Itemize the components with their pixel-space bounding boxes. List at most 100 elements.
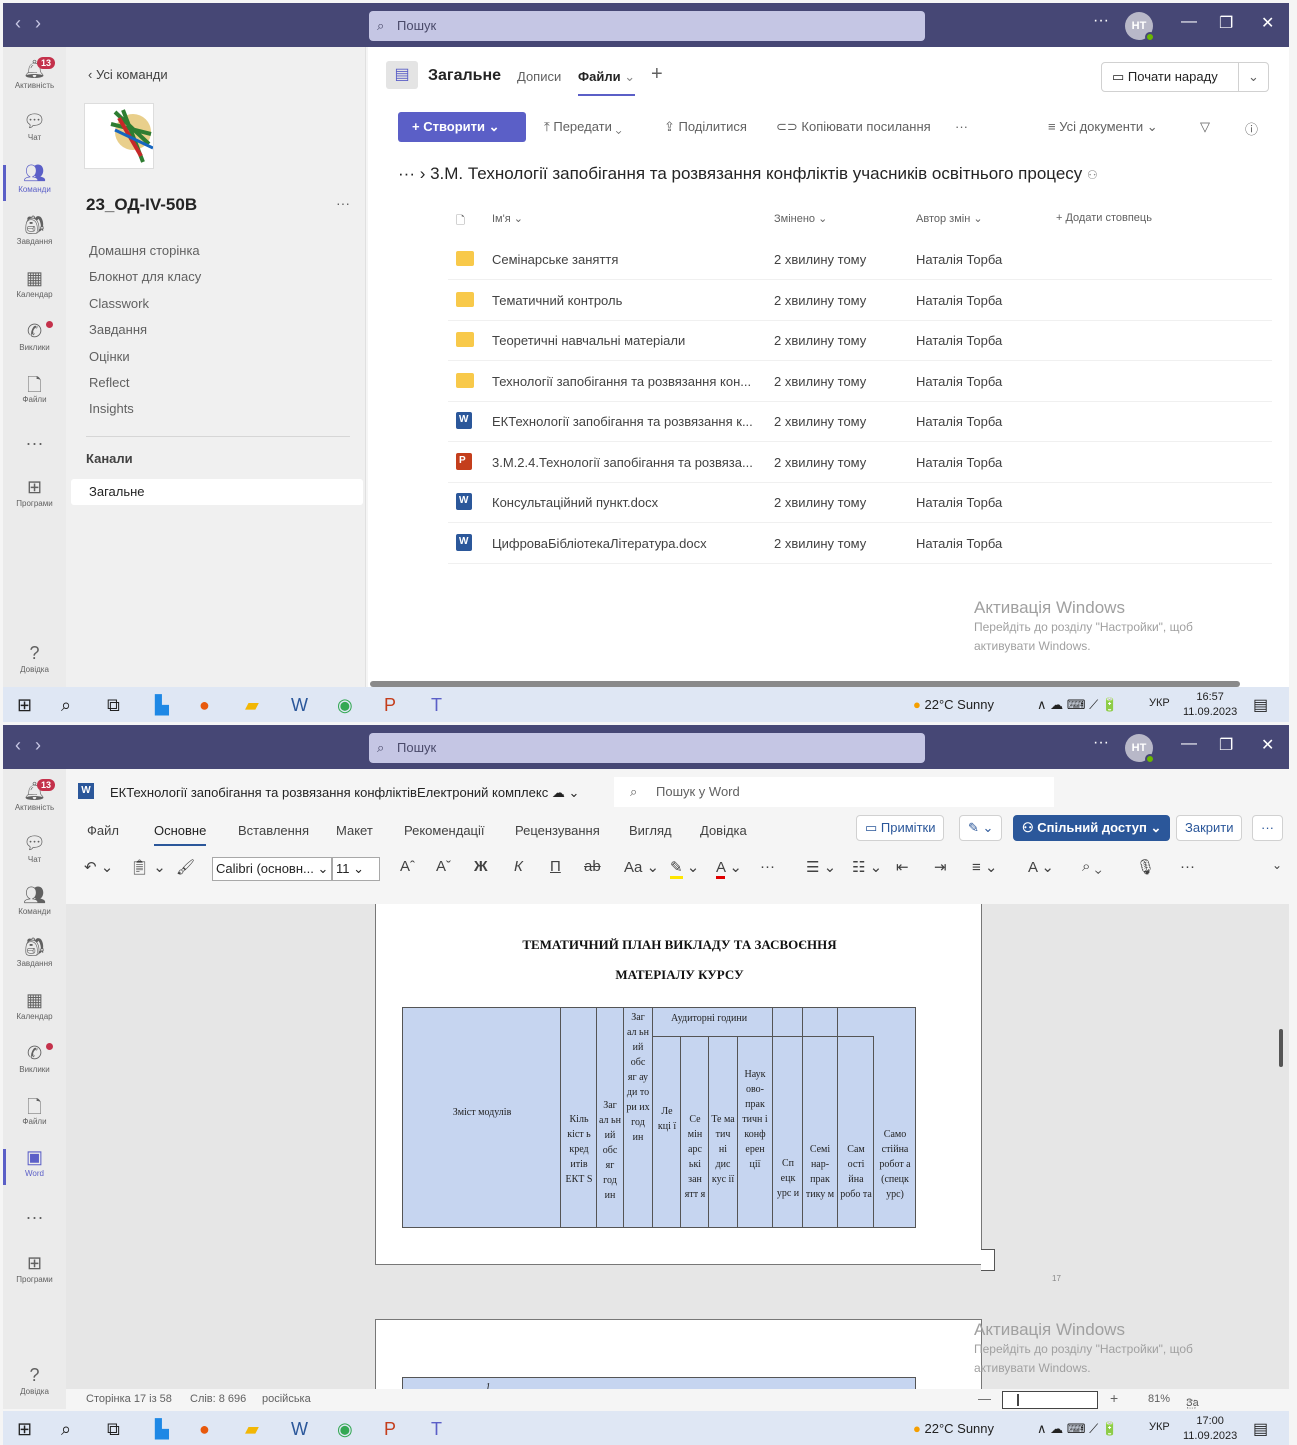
folder-icon[interactable]: ▰	[245, 695, 259, 716]
notifications-icon[interactable]: ▤	[1253, 695, 1268, 715]
rail-teams[interactable]: 👥︎ Команди	[3, 885, 66, 916]
column-name[interactable]: Ім'я ⌄	[492, 212, 523, 225]
file-name[interactable]: Теоретичні навчальні матеріали	[492, 333, 685, 348]
more-commands-button[interactable]: ···	[955, 119, 968, 134]
file-name[interactable]: Консультаційний пункт.docx	[492, 495, 658, 510]
rail-word[interactable]: ▣ Word	[3, 1147, 66, 1185]
maximize-button[interactable]: ❐	[1219, 13, 1233, 33]
format-painter-icon[interactable]: 🖌︎	[176, 858, 195, 876]
breadcrumb[interactable]: ··· › 3.М. Технології запобігання та роз…	[398, 164, 1098, 184]
team-nav-item[interactable]: Reflect	[89, 375, 201, 401]
tab-files[interactable]: Файли ⌄	[578, 69, 636, 96]
column-modified[interactable]: Змінено ⌄	[774, 212, 827, 225]
file-row[interactable]: Семінарське заняття 2 хвилину тому Наталія…	[448, 240, 1272, 280]
team-nav-item[interactable]: Завдання	[89, 322, 201, 348]
rail-files[interactable]: 🗋 Файли	[3, 1095, 66, 1126]
view-filter[interactable]: ≡ Усі документи ⌄	[1048, 119, 1158, 135]
dictate-icon[interactable]: 🎙︎	[1136, 858, 1155, 876]
file-name[interactable]: Тематичний контроль	[492, 293, 622, 308]
folder-icon[interactable]: ▰	[245, 1419, 259, 1440]
share-button[interactable]: ⇪ Поділитися	[664, 119, 747, 135]
close-button[interactable]: ✕	[1261, 13, 1274, 33]
team-nav-item[interactable]: Classwork	[89, 296, 201, 322]
styles-icon[interactable]: A ⌄	[1028, 858, 1054, 876]
app-icon[interactable]: ▙	[155, 695, 169, 716]
rail-apps[interactable]: ⊞ Програми	[3, 1253, 66, 1284]
numbering-icon[interactable]: ☷ ⌄	[852, 858, 882, 876]
add-column-button[interactable]: + Додати стовпець	[1056, 212, 1152, 224]
rail-activity[interactable]: 🔔︎ 13 Активність	[3, 779, 66, 812]
font-name-select[interactable]: Calibri (основн... ⌄	[212, 857, 332, 881]
file-name[interactable]: Семінарське заняття	[492, 252, 618, 267]
more-ribbon-button[interactable]: ···	[1252, 815, 1283, 841]
file-name[interactable]: Технології запобігання та розвязання кон…	[492, 374, 751, 389]
share-button[interactable]: ⚇ Спільний доступ ⌄	[1013, 815, 1171, 841]
task-view-icon[interactable]: ⧉	[107, 1419, 120, 1440]
strikethrough-icon[interactable]: ab	[584, 858, 601, 875]
align-icon[interactable]: ≡ ⌄	[972, 858, 998, 876]
clock[interactable]: 16:57 11.09.2023	[1183, 690, 1237, 720]
chevron-down-icon[interactable]: ⌄	[1238, 63, 1268, 91]
maximize-button[interactable]: ❐	[1219, 735, 1233, 755]
weather-widget[interactable]: ● 22°C Sunny	[913, 1421, 994, 1436]
more-options-button[interactable]: ···	[1093, 12, 1109, 30]
decrease-indent-icon[interactable]: ⇤	[896, 858, 909, 876]
bullets-icon[interactable]: ☰ ⌄	[806, 858, 836, 876]
minimize-button[interactable]: —	[1181, 13, 1197, 31]
language-indicator[interactable]: УКР	[1149, 697, 1170, 709]
channel-general[interactable]: Загальне	[71, 479, 363, 505]
team-nav-item[interactable]: Оцінки	[89, 349, 201, 375]
document-title[interactable]: ЕКТехнології запобігання та розвязання к…	[110, 785, 579, 801]
search-input[interactable]: ⌕ Пошук	[369, 733, 925, 763]
language-indicator[interactable]: УКР	[1149, 1421, 1170, 1433]
meet-button[interactable]: ▭ Почати нараду ⌄	[1101, 62, 1269, 92]
windows-start-icon[interactable]: ⊞	[17, 1419, 32, 1440]
rail-chat[interactable]: 💬︎ Чат	[3, 833, 66, 864]
add-tab-button[interactable]: +	[651, 63, 663, 86]
word-icon[interactable]: W	[291, 1419, 308, 1440]
weather-widget[interactable]: ● 22°C Sunny	[913, 697, 994, 712]
notes-button[interactable]: ▭ Примітки	[856, 815, 945, 841]
file-row[interactable]: Консультаційний пункт.docx 2 хвилину тому…	[448, 483, 1272, 523]
italic-icon[interactable]: К	[514, 858, 523, 875]
undo-icon[interactable]: ↶ ⌄	[84, 858, 113, 876]
underline-icon[interactable]: П	[550, 858, 561, 875]
chrome-icon[interactable]: ◉	[337, 1419, 353, 1440]
grow-font-icon[interactable]: Aˆ	[400, 858, 415, 875]
ribbon-tab-help[interactable]: Довідка	[700, 823, 747, 838]
firefox-icon[interactable]: ●	[199, 1419, 210, 1440]
ribbon-tab-review[interactable]: Рецензування	[515, 823, 600, 838]
rail-chat[interactable]: 💬︎ Чат	[3, 111, 66, 142]
rail-assignments[interactable]: 🎒︎ Завдання	[3, 937, 66, 968]
change-case-icon[interactable]: Aa ⌄	[624, 858, 659, 876]
rail-calls[interactable]: ✆ Виклики	[3, 321, 66, 352]
rail-help[interactable]: ? Довідка	[3, 643, 66, 674]
rail-files[interactable]: 🗋 Файли	[3, 373, 66, 404]
rail-calls[interactable]: ✆ Виклики	[3, 1043, 66, 1074]
powerpoint-icon[interactable]: P	[384, 1419, 396, 1440]
file-row[interactable]: ЦифроваБібліотекаЛітература.docx 2 хвилин…	[448, 524, 1272, 564]
rail-more[interactable]: ···	[3, 1207, 66, 1229]
clock[interactable]: 17:00 11.09.2023	[1183, 1414, 1237, 1444]
ribbon-tab-view[interactable]: Вигляд	[629, 823, 672, 838]
zoom-slider[interactable]	[1002, 1391, 1098, 1409]
create-button[interactable]: + Створити ⌄	[398, 112, 526, 142]
avatar[interactable]: НТ	[1125, 12, 1155, 42]
font-color-icon[interactable]: A ⌄	[716, 858, 742, 879]
shrink-font-icon[interactable]: Aˇ	[436, 858, 451, 875]
rail-calendar[interactable]: ▦ Календар	[3, 990, 66, 1021]
history-nav[interactable]: ‹›	[15, 13, 55, 34]
find-icon[interactable]: ⌕ ⌄	[1082, 858, 1102, 875]
notifications-icon[interactable]: ▤	[1253, 1419, 1268, 1439]
tray-icons[interactable]: ∧ ☁ ⌨ ⟋ 🔋	[1037, 697, 1118, 713]
teams-icon[interactable]: T	[431, 1419, 442, 1440]
search-icon[interactable]: ⌕	[61, 695, 71, 716]
rail-calendar[interactable]: ▦ Календар	[3, 268, 66, 299]
word-search-input[interactable]: ⌕ Пошук у Word	[614, 777, 1054, 807]
file-name[interactable]: 3.М.2.4.Технології запобігання та розвяз…	[492, 455, 753, 470]
zoom-level[interactable]: 81%	[1148, 1393, 1170, 1405]
team-nav-item[interactable]: Insights	[89, 401, 201, 427]
more-font-icon[interactable]: ···	[760, 858, 775, 875]
increase-indent-icon[interactable]: ⇥	[934, 858, 947, 876]
chrome-icon[interactable]: ◉	[337, 695, 353, 716]
